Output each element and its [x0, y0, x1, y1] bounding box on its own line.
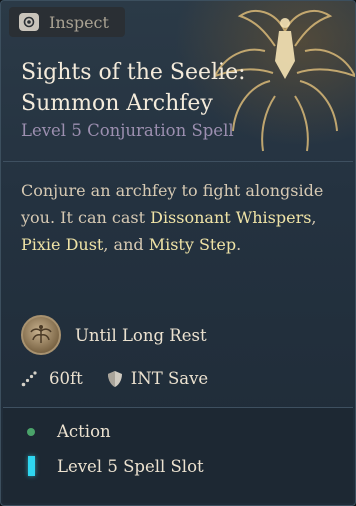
spell-link-dissonant-whispers[interactable]: Dissonant Whispers: [150, 208, 311, 227]
save-shield-icon: [107, 370, 122, 387]
spell-title-line-1: Sights of the Seelie:: [21, 60, 246, 85]
mouse-button-icon: [19, 13, 39, 31]
spell-tooltip: Inspect Sights of the Seelie: Summon Arc…: [0, 0, 356, 506]
spell-title-line-2: Summon Archfey: [21, 91, 213, 116]
duration-text: Until Long Rest: [75, 325, 207, 345]
range-icon: [21, 370, 37, 386]
spell-description: Conjure an archfey to fight alongside yo…: [21, 177, 341, 258]
cost-spell-slot-text: Level 5 Spell Slot: [57, 456, 204, 476]
spell-title: Sights of the Seelie: Summon Archfey: [21, 57, 271, 119]
inspect-button[interactable]: Inspect: [9, 7, 125, 37]
archfey-medallion-icon: [21, 315, 61, 355]
duration-row: Until Long Rest: [21, 315, 207, 355]
divider: [3, 161, 353, 162]
cost-action-row: Action: [21, 422, 111, 441]
cost-spell-slot-row: Level 5 Spell Slot: [21, 456, 204, 476]
range-save-row: 60ft INT Save: [21, 369, 208, 388]
spell-link-pixie-dust[interactable]: Pixie Dust: [21, 235, 103, 254]
action-dot-icon: [27, 427, 35, 436]
description-end: .: [236, 235, 242, 254]
range-text: 60ft: [49, 369, 83, 388]
save-text: INT Save: [130, 369, 209, 388]
description-separator: , and: [103, 235, 149, 254]
spell-slot-icon: [28, 456, 35, 476]
spell-subtitle: Level 5 Conjuration Spell: [21, 121, 234, 140]
spell-link-misty-step[interactable]: Misty Step: [149, 235, 236, 254]
description-separator: ,: [311, 208, 317, 227]
inspect-label: Inspect: [49, 12, 109, 32]
cost-action-text: Action: [57, 422, 111, 441]
